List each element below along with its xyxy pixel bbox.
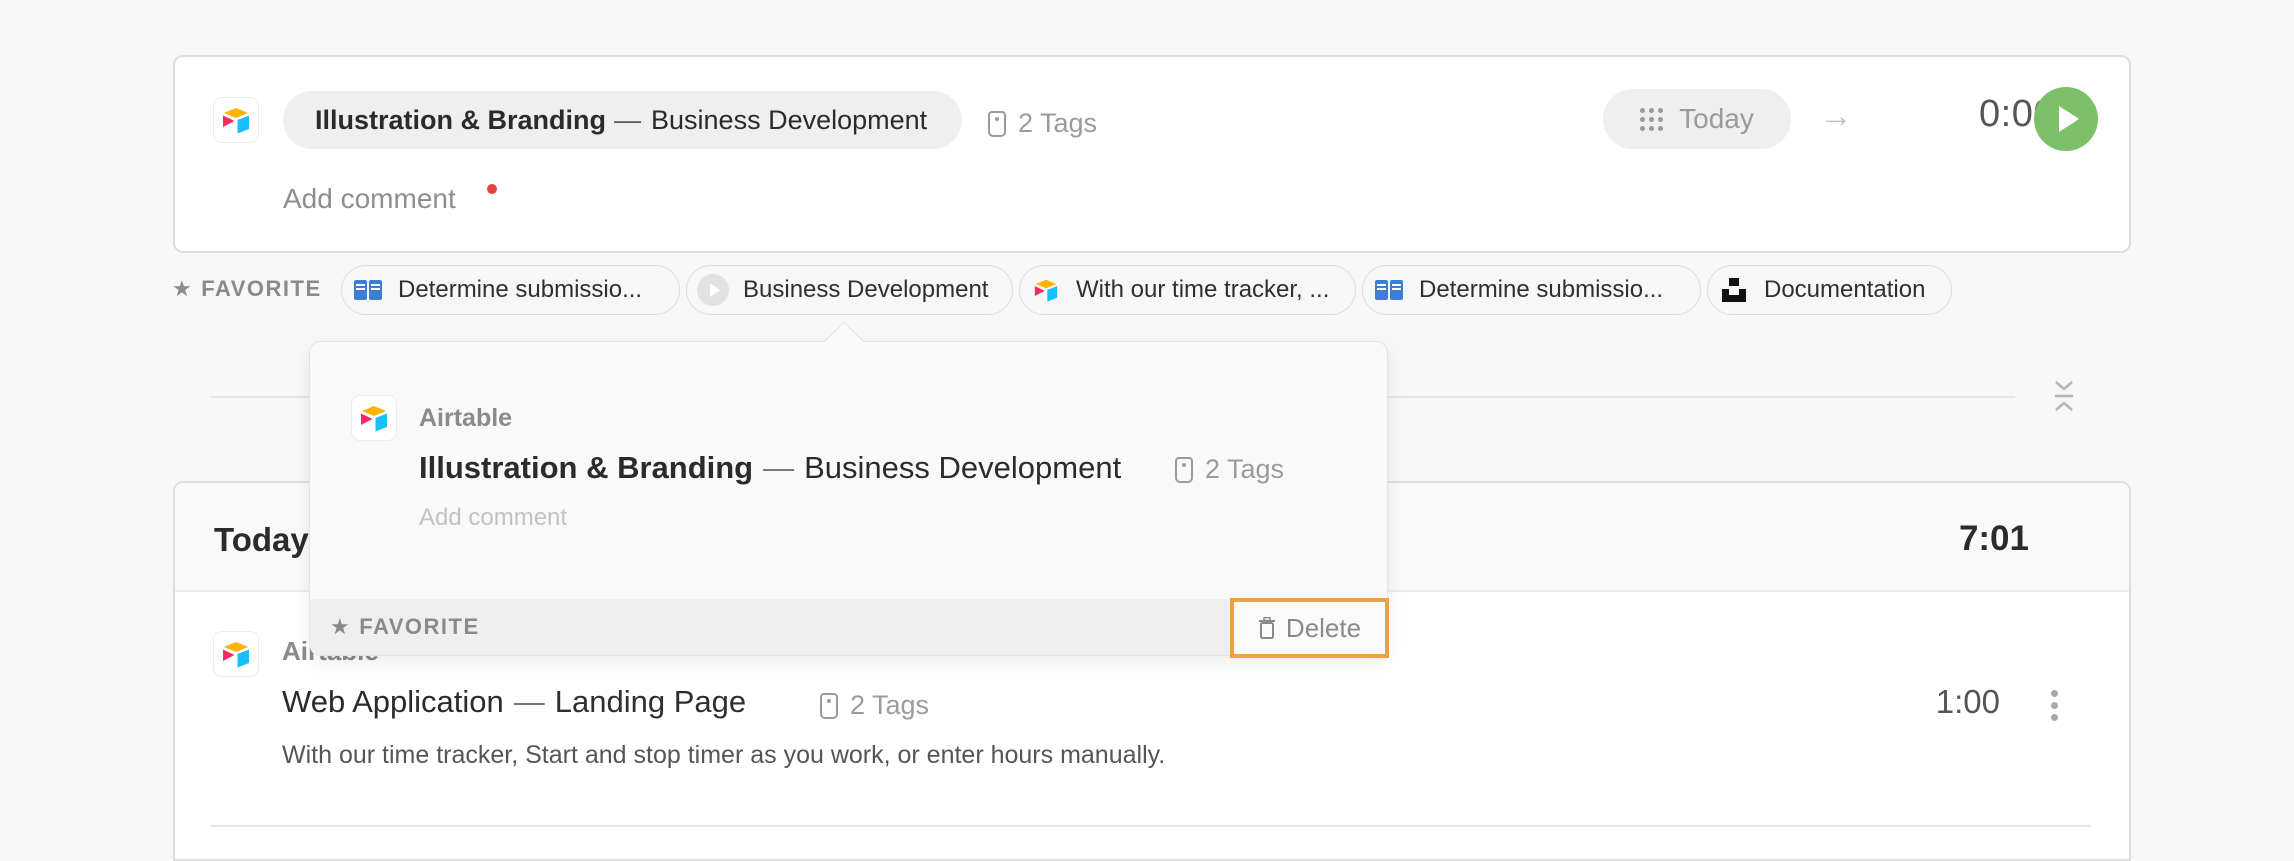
day-title: Today — [214, 521, 309, 558]
favorite-chip-label: Determine submissio... — [1419, 276, 1664, 303]
timer-separator: — — [614, 104, 642, 135]
popover-footer: ★ FAVORITE — [310, 599, 1387, 655]
timer-tags-label: 2 Tags — [1018, 108, 1098, 138]
entry-description: With our time tracker, Start and stop ti… — [282, 741, 1166, 769]
timer-task-name: Business Development — [651, 104, 928, 135]
favorite-chip-3[interactable]: With our time tracker, ... — [1019, 265, 1356, 315]
airtable-logo-icon — [213, 97, 259, 143]
project-task-selector[interactable]: Illustration & Branding — Business Devel… — [283, 91, 962, 149]
entry-separator: — — [513, 684, 545, 719]
popover-tags-label: 2 Tags — [1205, 454, 1285, 484]
delete-favorite-button[interactable]: Delete — [1230, 598, 1389, 658]
airtable-logo-icon — [213, 631, 259, 677]
entry-duration[interactable]: 1:00 — [1900, 683, 2000, 721]
tag-icon — [988, 110, 1006, 137]
airtable-logo-icon — [351, 395, 397, 441]
entry-tags-label: 2 Tags — [850, 690, 930, 720]
grip-dots-icon — [1640, 107, 1664, 131]
timer-project-name: Illustration & Branding — [315, 104, 607, 135]
trash-icon — [1258, 617, 1275, 639]
entry-divider — [211, 825, 2091, 827]
favorite-chip-2[interactable]: Business Development — [686, 265, 1013, 315]
delete-label: Delete — [1285, 612, 1362, 643]
book-icon — [1373, 274, 1405, 306]
popover-task: Business Development — [804, 450, 1122, 485]
popover-client: Airtable — [419, 404, 513, 432]
entry-task: Landing Page — [554, 684, 747, 719]
date-label: Today — [1679, 103, 1754, 134]
popover-favorite-label: FAVORITE — [359, 614, 480, 639]
timer-comment-input[interactable]: Add comment — [283, 183, 456, 215]
more-options-icon[interactable] — [2051, 690, 2058, 721]
popover-separator: — — [763, 450, 795, 485]
unsplash-icon — [1718, 274, 1750, 306]
favorite-chip-label: Determine submissio... — [398, 276, 643, 303]
star-icon: ★ — [172, 276, 194, 301]
favorite-chip-4[interactable]: Determine submissio... — [1362, 265, 1701, 315]
favorites-label: ★ FAVORITE — [172, 276, 322, 302]
favorite-chip-1[interactable]: Determine submissio... — [341, 265, 680, 315]
tag-icon — [820, 692, 838, 719]
entry-project: Web Application — [282, 684, 504, 719]
favorites-label-text: FAVORITE — [201, 276, 322, 301]
popover-favorite-toggle[interactable]: ★ FAVORITE — [330, 614, 480, 640]
star-icon: ★ — [330, 614, 352, 639]
entry-tags-button[interactable]: 2 Tags — [820, 690, 929, 721]
required-indicator-dot — [487, 184, 497, 194]
popover-comment-input[interactable]: Add comment — [419, 504, 567, 532]
popover-title: Illustration & Branding — Business Develop… — [419, 450, 1121, 486]
play-circle-icon — [697, 274, 729, 306]
favorite-chip-5[interactable]: Documentation — [1707, 265, 1952, 315]
airtable-icon — [1030, 274, 1062, 306]
favorite-chip-label: With our time tracker, ... — [1076, 276, 1330, 303]
start-timer-button[interactable] — [2034, 87, 2098, 151]
entry-title[interactable]: Web Application — Landing Page — [282, 684, 746, 720]
timer-card: Illustration & Branding — Business Devel… — [173, 55, 2131, 253]
timer-tags-button[interactable]: 2 Tags — [988, 108, 1097, 139]
date-selector[interactable]: Today — [1603, 89, 1791, 149]
book-icon — [352, 274, 384, 306]
tag-icon — [1175, 456, 1193, 483]
arrow-right-icon: → — [1819, 97, 1853, 135]
favorite-chip-label: Documentation — [1764, 276, 1926, 303]
popover-project: Illustration & Branding — [419, 450, 754, 485]
popover-tags[interactable]: 2 Tags — [1175, 454, 1284, 485]
day-total-time: 7:01 — [1958, 519, 2029, 558]
favorite-chip-label: Business Development — [743, 276, 989, 303]
collapse-icon[interactable] — [2052, 378, 2076, 414]
favorite-preview-popover: Airtable Illustration & Branding — Busines… — [309, 341, 1388, 656]
